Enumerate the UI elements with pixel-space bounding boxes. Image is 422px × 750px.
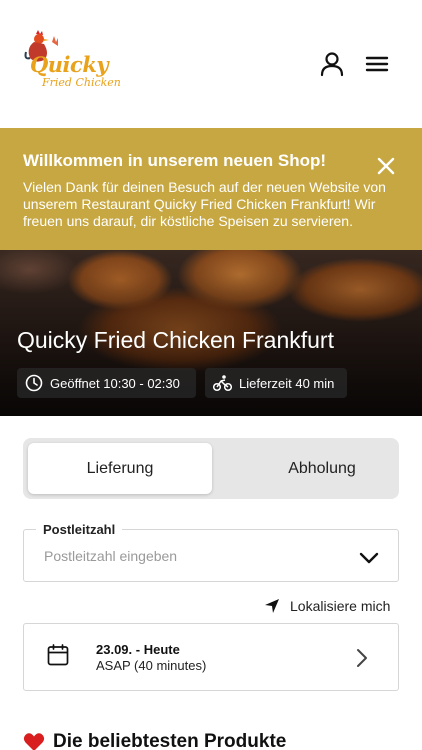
hero-image: Quicky Fried Chicken Frankfurt Geöffnet … xyxy=(0,250,422,416)
schedule-date: 23.09. - Heute xyxy=(96,642,180,657)
postcode-input[interactable] xyxy=(44,548,344,564)
app-header: Quicky Fried Chicken xyxy=(0,0,422,128)
banner-text: Vielen Dank für deinen Besuch auf der ne… xyxy=(23,179,386,229)
popular-products-title: Die beliebtesten Produkte xyxy=(53,731,287,750)
delivery-option[interactable]: Lieferung xyxy=(28,443,212,494)
delivery-time-text: Lieferzeit 40 min xyxy=(239,375,335,391)
logo-text-fried-chicken: Fried Chicken xyxy=(42,76,121,89)
postcode-label: Postleitzahl xyxy=(36,522,123,537)
pickup-option[interactable]: Abholung xyxy=(230,443,414,494)
bike-icon xyxy=(213,375,232,392)
location-arrow-icon xyxy=(265,599,279,613)
opening-hours-badge: Geöffnet 10:30 - 02:30 xyxy=(17,368,196,398)
delivery-time-selector[interactable] xyxy=(23,623,399,691)
logo-text-quicky: Quicky xyxy=(30,52,109,77)
locate-me-link[interactable]: Lokalisiere mich xyxy=(264,598,390,614)
chevron-right-icon xyxy=(357,649,367,667)
welcome-banner: Willkommen in unserem neuen Shop! Vielen… xyxy=(0,128,422,250)
user-icon[interactable] xyxy=(318,50,346,78)
close-icon[interactable] xyxy=(374,154,398,178)
opening-hours-text: Geöffnet 10:30 - 02:30 xyxy=(50,375,180,391)
heart-icon xyxy=(23,733,45,750)
delivery-time-badge: Lieferzeit 40 min xyxy=(205,368,347,398)
popular-products-heading: Die beliebtesten Produkte xyxy=(23,731,286,750)
locate-me-label: Lokalisiere mich xyxy=(290,598,391,614)
clock-icon xyxy=(25,374,43,392)
schedule-time: ASAP (40 minutes) xyxy=(96,658,207,673)
order-type-toggle: Lieferung Abholung xyxy=(23,438,399,499)
chevron-down-icon[interactable] xyxy=(358,549,380,567)
restaurant-name: Quicky Fried Chicken Frankfurt xyxy=(17,327,334,353)
hamburger-menu-icon[interactable] xyxy=(363,50,391,78)
banner-title: Willkommen in unserem neuen Shop! xyxy=(23,151,327,170)
restaurant-logo[interactable]: Quicky Fried Chicken xyxy=(22,30,121,100)
calendar-icon xyxy=(47,644,69,666)
